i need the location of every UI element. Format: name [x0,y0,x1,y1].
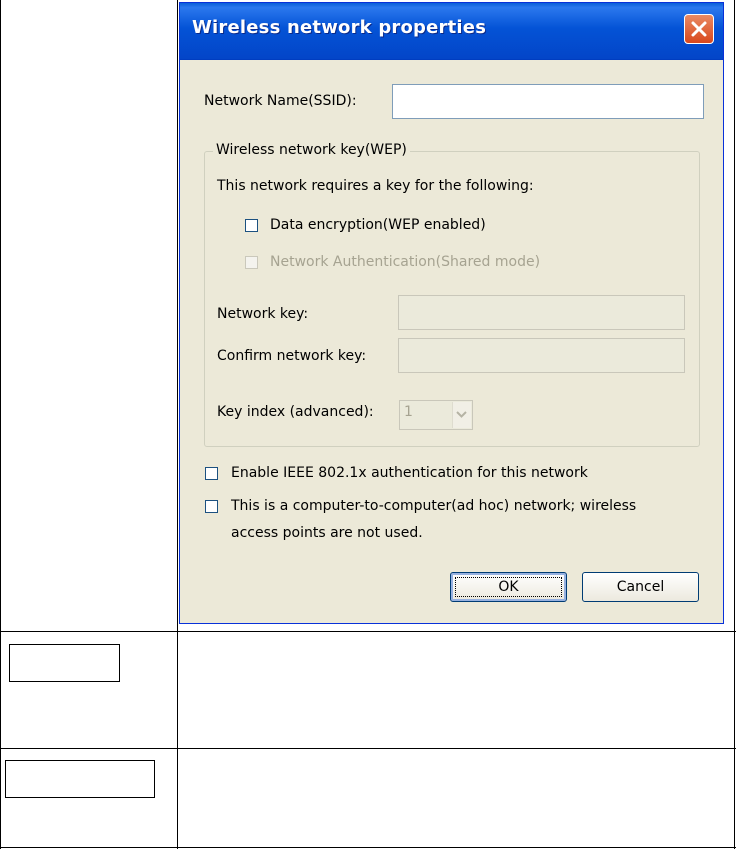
key-index-select[interactable]: 1 [399,400,473,430]
cancel-button[interactable]: Cancel [582,572,699,602]
button-label-box-1 [9,644,120,682]
table-border-bottom [0,847,736,848]
ok-button[interactable]: OK [450,572,567,602]
title-bar: Wireless network properties [180,3,723,60]
network-key-input[interactable] [398,295,685,330]
dialog-title: Wireless network properties [192,17,487,38]
wireless-network-properties-dialog: Wireless network properties Network Name… [179,2,724,624]
chevron-down-icon [456,411,467,418]
wep-group-legend: Wireless network key(WEP) [213,142,410,158]
key-index-value: 1 [404,404,413,420]
ok-focus-ring [455,577,562,597]
data-encryption-label: Data encryption(WEP enabled) [270,217,486,233]
ssid-input[interactable] [392,84,704,119]
ieee-8021x-label: Enable IEEE 802.1x authentication for th… [231,465,588,481]
key-index-dropdown-button[interactable] [452,402,471,428]
confirm-key-label: Confirm network key: [217,348,367,364]
adhoc-label-line1: This is a computer-to-computer(ad hoc) n… [231,498,637,514]
network-auth-checkbox[interactable] [245,256,258,269]
data-encryption-checkbox[interactable] [245,219,258,232]
table-column-divider [177,0,178,849]
adhoc-checkbox[interactable] [205,500,218,513]
network-auth-label: Network Authentication(Shared mode) [270,254,541,270]
ieee-8021x-checkbox[interactable] [205,467,218,480]
wep-description: This network requires a key for the foll… [217,178,534,194]
table-border-left [0,0,1,849]
button-label-box-2 [5,760,155,798]
cancel-label: Cancel [616,579,665,595]
table-row-divider-2 [0,748,736,749]
close-icon [691,21,707,37]
network-key-label: Network key: [217,306,309,322]
adhoc-label-line2: access points are not used. [231,525,423,541]
key-index-label: Key index (advanced): [217,404,374,420]
close-button[interactable] [684,14,714,44]
confirm-key-input[interactable] [398,338,685,373]
table-row-divider-1 [0,631,736,632]
table-border-right [734,0,735,849]
ssid-label: Network Name(SSID): [204,93,357,109]
